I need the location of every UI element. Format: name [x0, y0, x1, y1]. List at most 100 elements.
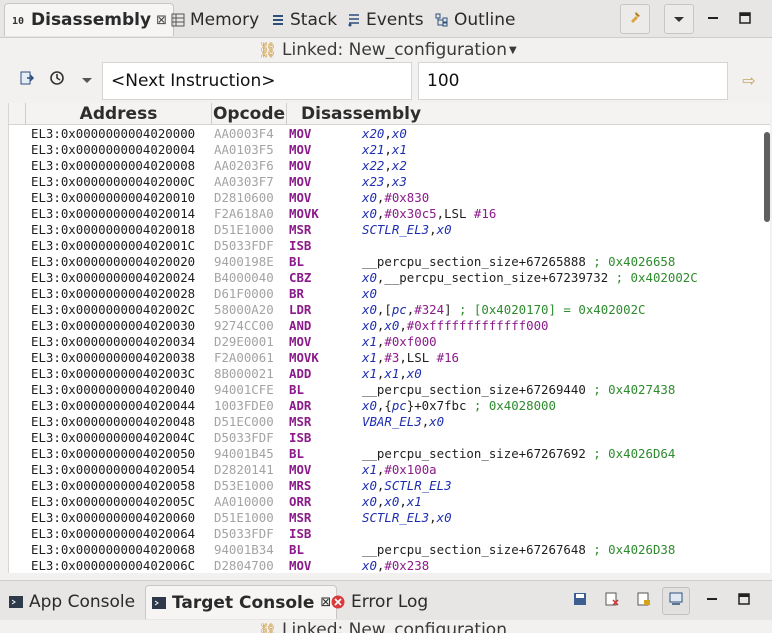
- table-row[interactable]: EL3:0x000000000402002C 58000A20 LDR x0,[pc,…: [9, 302, 751, 318]
- register-token: x1: [362, 350, 377, 365]
- save-console-button[interactable]: [566, 587, 594, 615]
- tab-target-console[interactable]: Target Console ⊠: [145, 585, 338, 619]
- column-header-address[interactable]: Address: [26, 103, 212, 125]
- table-row[interactable]: EL3:0x0000000004020024 B4000040 CBZ x0,__pe…: [9, 270, 751, 286]
- column-header-disassembly[interactable]: Disassembly: [287, 103, 751, 125]
- table-row[interactable]: EL3:0x0000000004020028 D61F0000 BR x0: [9, 286, 751, 302]
- opcode-cell: D2810600: [214, 190, 274, 205]
- comment-token: ; [0x4020170] = 0x402002C: [459, 302, 646, 317]
- header-gutter: [9, 103, 26, 125]
- operand-text: ,: [384, 126, 392, 141]
- maximize-button[interactable]: [730, 587, 758, 615]
- table-row[interactable]: EL3:0x0000000004020008 AA0203F6 MOV x22,x2: [9, 158, 751, 174]
- table-row[interactable]: EL3:0x0000000004020044 1003FDE0 ADR x0,{pc}…: [9, 398, 751, 414]
- table-row[interactable]: EL3:0x0000000004020040 94001CFE BL __percpu…: [9, 382, 751, 398]
- table-row[interactable]: EL3:0x000000000402006C D2804700 MOV x0,#0x2…: [9, 558, 751, 573]
- table-row[interactable]: EL3:0x0000000004020048 D51EC000 MSR VBAR_EL…: [9, 414, 751, 430]
- table-row[interactable]: EL3:0x000000000402005C AA010000 ORR x0,x0,x…: [9, 494, 751, 510]
- step-button[interactable]: [16, 69, 38, 91]
- mnemonic-cell: MOV: [289, 334, 312, 349]
- table-row[interactable]: EL3:0x0000000004020000 AA0003F4 MOV x20,x0: [9, 126, 751, 142]
- register-token: x22: [362, 158, 385, 173]
- maximize-icon: [739, 10, 751, 28]
- mnemonic-cell: BL: [289, 254, 304, 269]
- table-row[interactable]: EL3:0x000000000402001C D5033FDF ISB: [9, 238, 751, 254]
- instruction-count-input[interactable]: 100: [418, 62, 728, 100]
- register-token: x1: [406, 494, 422, 509]
- tab-disassembly[interactable]: 10 Disassembly ⊠: [4, 3, 174, 36]
- table-row[interactable]: EL3:0x0000000004020014 F2A618A0 MOVK x0,#0x…: [9, 206, 751, 222]
- comment-token: ; 0x4028000: [473, 398, 556, 413]
- clear-console-button[interactable]: [598, 587, 626, 615]
- address-cell: EL3:0x0000000004020064: [31, 526, 196, 541]
- register-token: pc: [391, 302, 407, 317]
- history-button[interactable]: [46, 69, 68, 91]
- address-cell: EL3:0x0000000004020008: [31, 158, 196, 173]
- tab-app-console[interactable]: App Console: [8, 585, 135, 619]
- view-menu-button[interactable]: [664, 4, 694, 34]
- pin-view-button[interactable]: [620, 4, 650, 34]
- table-row[interactable]: EL3:0x0000000004020010 D2810600 MOV x0,#0x8…: [9, 190, 751, 206]
- table-row[interactable]: EL3:0x000000000402003C 8B000021 ADD x1,x1,x…: [9, 366, 751, 382]
- operands-cell: VBAR_EL3,x0: [362, 414, 444, 430]
- table-row[interactable]: EL3:0x000000000402000C AA0303F7 MOV x23,x3: [9, 174, 751, 190]
- table-row[interactable]: EL3:0x0000000004020050 94001B45 BL __percpu…: [9, 446, 751, 462]
- mnemonic-cell: MOV: [289, 126, 312, 141]
- operand-text: ]: [444, 302, 459, 317]
- minimize-button[interactable]: [698, 587, 726, 615]
- opcode-cell: D5033FDF: [214, 238, 274, 253]
- table-row[interactable]: EL3:0x0000000004020018 D51E1000 MSR SCTLR_E…: [9, 222, 751, 238]
- console-linked-configuration-label[interactable]: ⛓ Linked: New_configuration: [258, 620, 507, 633]
- table-row[interactable]: EL3:0x0000000004020030 9274CC00 AND x0,x0,#…: [9, 318, 751, 334]
- close-icon[interactable]: ⊠: [156, 13, 167, 28]
- address-cell: EL3:0x000000000402000C: [31, 174, 196, 189]
- table-row[interactable]: EL3:0x0000000004020060 D51E1000 MSR SCTLR_E…: [9, 510, 751, 526]
- operands-cell: x0,__percpu_section_size+67239732 ; 0x40…: [362, 270, 698, 286]
- table-row[interactable]: EL3:0x0000000004020054 D2820141 MOV x1,#0x1…: [9, 462, 751, 478]
- error-log-icon: [330, 594, 346, 610]
- tab-stack[interactable]: Stack: [270, 3, 337, 36]
- tab-error-log[interactable]: Error Log: [330, 585, 428, 619]
- linked-configuration-text: Linked: New_configuration: [282, 620, 507, 633]
- register-token: VBAR_EL3: [362, 414, 422, 429]
- vertical-scrollbar[interactable]: [761, 126, 770, 573]
- table-row[interactable]: EL3:0x000000000402004C D5033FDF ISB: [9, 430, 751, 446]
- table-row[interactable]: EL3:0x0000000004020064 D5033FDF ISB: [9, 526, 751, 542]
- register-token: x0: [391, 126, 407, 141]
- link-console-button[interactable]: [662, 587, 690, 615]
- operands-cell: __percpu_section_size+67265888 ; 0x40266…: [362, 254, 675, 270]
- stack-icon: [270, 12, 286, 28]
- address-cell: EL3:0x0000000004020000: [31, 126, 196, 141]
- scroll-lock-button[interactable]: [630, 587, 658, 615]
- go-button[interactable]: ⇨: [738, 69, 760, 91]
- table-row[interactable]: EL3:0x0000000004020058 D53E1000 MRS x0,SCTL…: [9, 478, 751, 494]
- address-cell: EL3:0x0000000004020048: [31, 414, 196, 429]
- mnemonic-cell: ADD: [289, 366, 312, 381]
- operands-cell: x0,[pc,#324] ; [0x4020170] = 0x402002C: [362, 302, 646, 318]
- opcode-cell: D2804700: [214, 558, 274, 573]
- table-row[interactable]: EL3:0x0000000004020034 D29E0001 MOV x1,#0xf…: [9, 334, 751, 350]
- tab-label: Memory: [190, 9, 260, 30]
- opcode-cell: D5033FDF: [214, 430, 274, 445]
- table-row[interactable]: EL3:0x0000000004020068 94001B34 BL __percpu…: [9, 542, 751, 558]
- mnemonic-cell: MOV: [289, 174, 312, 189]
- history-dropdown-button[interactable]: [76, 69, 98, 91]
- tab-memory[interactable]: Memory: [170, 3, 259, 36]
- minimize-button[interactable]: [698, 4, 728, 34]
- maximize-button[interactable]: [730, 4, 760, 34]
- mnemonic-cell: BL: [289, 382, 304, 397]
- address-input[interactable]: <Next Instruction>: [102, 62, 412, 100]
- table-row[interactable]: EL3:0x0000000004020020 9400198E BL __percpu…: [9, 254, 751, 270]
- tab-outline[interactable]: Outline: [434, 3, 516, 36]
- immediate-token: #324: [414, 302, 445, 317]
- register-token: x0: [362, 206, 377, 221]
- table-row[interactable]: EL3:0x0000000004020038 F2A00061 MOVK x1,#3,…: [9, 350, 751, 366]
- column-header-opcode[interactable]: Opcode: [212, 103, 287, 125]
- mnemonic-cell: ISB: [289, 238, 312, 253]
- disassembly-rows: EL3:0x0000000004020000 AA0003F4 MOV x20,x0 E…: [9, 126, 751, 573]
- table-row[interactable]: EL3:0x0000000004020004 AA0103F5 MOV x21,x1: [9, 142, 751, 158]
- register-token: pc: [391, 398, 407, 413]
- scrollbar-thumb[interactable]: [764, 132, 770, 222]
- tab-events[interactable]: Events: [346, 3, 424, 36]
- clear-icon: [604, 591, 620, 611]
